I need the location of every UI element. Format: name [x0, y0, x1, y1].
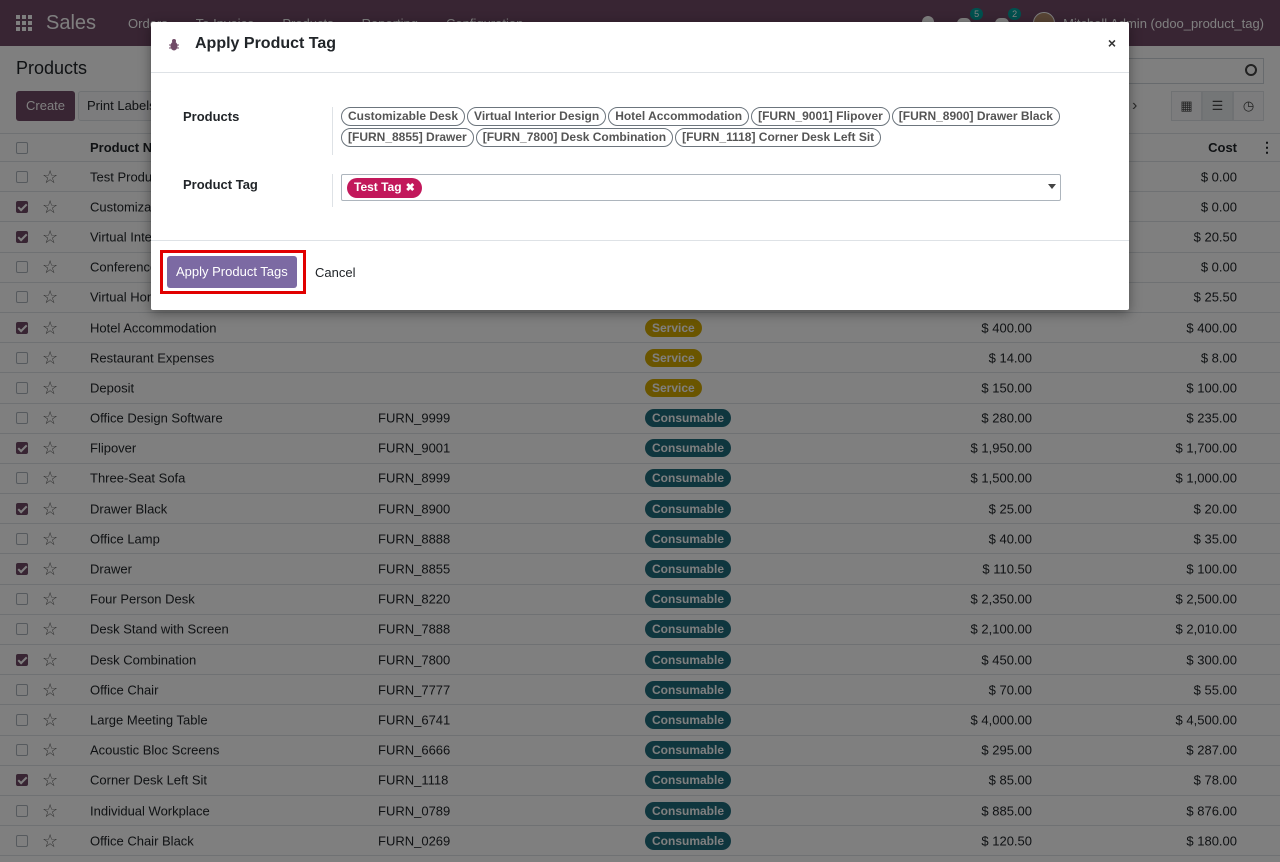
dialog-title: Apply Product Tag	[195, 35, 337, 52]
dialog-body: Products Customizable Desk Virtual Interi…	[151, 73, 1129, 241]
product-tag-chip: Customizable Desk	[341, 107, 466, 126]
dropdown-caret-icon[interactable]	[1048, 184, 1056, 189]
product-tag-chip: [FURN_1118] Corner Desk Left Sit	[675, 128, 882, 147]
debug-icon[interactable]	[169, 39, 179, 51]
product-tag-label: Product Tag	[183, 177, 258, 192]
selected-tag-badge: Test Tag ✖	[347, 178, 422, 198]
product-tag-chip: [FURN_8900] Drawer Black	[891, 107, 1060, 126]
field-divider	[332, 174, 333, 207]
field-divider	[332, 107, 333, 155]
product-tag-chip: Hotel Accommodation	[608, 107, 750, 126]
dialog-header: Apply Product Tag ×	[151, 22, 1129, 73]
selected-tag-label: Test Tag	[354, 180, 402, 194]
product-tag-field[interactable]: Test Tag ✖	[341, 174, 1061, 201]
apply-product-tags-button[interactable]: Apply Product Tags	[167, 256, 297, 288]
products-tags: Customizable Desk Virtual Interior Design…	[341, 107, 1081, 149]
dialog-footer: Apply Product Tags Cancel	[151, 241, 1129, 309]
product-tag-chip: [FURN_9001] Flipover	[751, 107, 890, 126]
product-tag-chip: [FURN_7800] Desk Combination	[475, 128, 674, 147]
close-icon[interactable]: ×	[1108, 35, 1116, 51]
cancel-button[interactable]: Cancel	[315, 265, 355, 280]
remove-tag-icon[interactable]: ✖	[406, 182, 415, 194]
product-tag-chip: Virtual Interior Design	[467, 107, 607, 126]
apply-tag-dialog: Apply Product Tag × Products Customizabl…	[151, 22, 1129, 310]
product-tag-chip: [FURN_8855] Drawer	[341, 128, 474, 147]
products-label: Products	[183, 109, 240, 124]
